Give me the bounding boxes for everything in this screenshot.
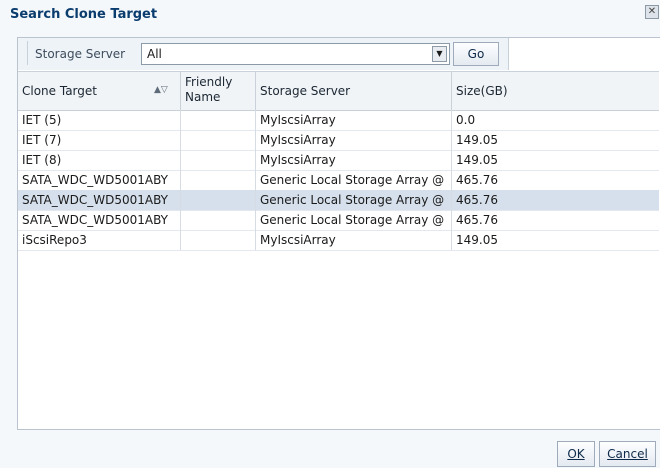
sort-icon[interactable]: ▲▽ (154, 85, 168, 95)
cell-text: IET (5) (22, 113, 62, 127)
search-clone-target-dialog: Search Clone Target ✕ Storage Server All… (0, 0, 660, 468)
cell-text (181, 173, 185, 187)
column-header-label: Storage Server (260, 84, 351, 98)
cell-text: 149.05 (456, 233, 498, 247)
cell-text: 149.05 (456, 153, 498, 167)
table-cell-target: IET (5) (18, 110, 181, 130)
cell-text: 465.76 (456, 173, 498, 187)
table-cell-server: MyIscsiArray (256, 110, 452, 130)
table-row[interactable]: iScsiRepo3 MyIscsiArray 149.05 (18, 230, 659, 251)
cell-text (181, 133, 185, 147)
cell-text (181, 233, 185, 247)
table-row[interactable]: IET (8) MyIscsiArray 149.05 (18, 150, 659, 171)
column-header-label: Size(GB) (456, 84, 508, 98)
cell-text: 465.76 (456, 213, 498, 227)
cell-text: SATA_WDC_WD5001ABY (22, 213, 168, 227)
column-header-size[interactable]: Size(GB) (452, 72, 659, 110)
table-row[interactable]: IET (7) MyIscsiArray 149.05 (18, 130, 659, 151)
cell-text: MyIscsiArray (260, 113, 336, 127)
table-cell-friendly (181, 210, 256, 230)
table-cell-friendly (181, 130, 256, 150)
cell-text (181, 113, 185, 127)
cell-text: SATA_WDC_WD5001ABY (22, 193, 168, 207)
cell-text: 465.76 (456, 193, 498, 207)
cell-text: IET (8) (22, 153, 62, 167)
cell-text: MyIscsiArray (260, 233, 336, 247)
toolbar-separator (27, 41, 28, 65)
table-cell-friendly (181, 110, 256, 130)
table-row[interactable]: IET (5) MyIscsiArray 0.0 (18, 110, 659, 131)
storage-server-label: Storage Server (35, 47, 126, 61)
table-header: Clone Target ▲▽ Friendly Name Storage Se… (18, 71, 659, 111)
cell-text: SATA_WDC_WD5001ABY (22, 173, 168, 187)
cancel-button[interactable]: Cancel (599, 441, 656, 467)
table-row[interactable]: SATA_WDC_WD5001ABY Generic Local Storage … (18, 170, 659, 191)
table-cell-friendly (181, 150, 256, 170)
table-row[interactable]: SATA_WDC_WD5001ABY Generic Local Storage … (18, 190, 659, 211)
table-cell-server: Generic Local Storage Array @ (256, 210, 452, 230)
column-header-clone-target[interactable]: Clone Target ▲▽ (18, 72, 181, 110)
table-row[interactable]: SATA_WDC_WD5001ABY Generic Local Storage … (18, 210, 659, 231)
cell-text: 149.05 (456, 133, 498, 147)
table-cell-target: IET (7) (18, 130, 181, 150)
table-cell-friendly (181, 190, 256, 210)
table-cell-size: 149.05 (452, 150, 659, 170)
table-cell-size: 465.76 (452, 170, 659, 190)
column-header-label: Friendly Name (185, 75, 233, 104)
ok-button[interactable]: OK (557, 441, 595, 467)
table-cell-target: SATA_WDC_WD5001ABY (18, 170, 181, 190)
cell-text (181, 213, 185, 227)
table-cell-server: MyIscsiArray (256, 230, 452, 250)
table-cell-size: 149.05 (452, 230, 659, 250)
chevron-down-icon[interactable]: ▼ (432, 46, 447, 62)
cell-text: MyIscsiArray (260, 133, 336, 147)
table-cell-server: MyIscsiArray (256, 150, 452, 170)
column-header-label: Clone Target (22, 84, 97, 98)
cell-text (181, 153, 185, 167)
cell-text: Generic Local Storage Array @ (260, 173, 445, 187)
filter-toolbar: Storage Server All ▼ Go (18, 38, 509, 70)
cell-text (181, 193, 185, 207)
column-header-storage-server[interactable]: Storage Server (256, 72, 452, 110)
cell-text: iScsiRepo3 (22, 233, 87, 247)
table-cell-size: 465.76 (452, 190, 659, 210)
cell-text: 0.0 (456, 113, 476, 127)
table-cell-target: SATA_WDC_WD5001ABY (18, 210, 181, 230)
table-cell-target: iScsiRepo3 (18, 230, 181, 250)
cell-text: IET (7) (22, 133, 62, 147)
dialog-title: Search Clone Target (10, 7, 158, 22)
table-cell-server: Generic Local Storage Array @ (256, 170, 452, 190)
cell-text: Generic Local Storage Array @ (260, 213, 445, 227)
cell-text: MyIscsiArray (260, 153, 336, 167)
table-cell-size: 149.05 (452, 130, 659, 150)
cell-text: Generic Local Storage Array @ (260, 193, 445, 207)
column-header-friendly-name[interactable]: Friendly Name (181, 72, 256, 110)
table-cell-friendly (181, 170, 256, 190)
results-panel: Storage Server All ▼ Go Clone Target ▲▽ … (17, 37, 660, 430)
table-cell-friendly (181, 230, 256, 250)
table-cell-size: 465.76 (452, 210, 659, 230)
table-cell-server: MyIscsiArray (256, 130, 452, 150)
table-cell-target: SATA_WDC_WD5001ABY (18, 190, 181, 210)
go-button[interactable]: Go (453, 42, 499, 66)
storage-server-select[interactable]: All ▼ (141, 43, 450, 65)
close-icon[interactable]: ✕ (645, 5, 659, 19)
storage-server-value: All (147, 47, 162, 61)
table-cell-size: 0.0 (452, 110, 659, 130)
table-cell-server: Generic Local Storage Array @ (256, 190, 452, 210)
table-cell-target: IET (8) (18, 150, 181, 170)
